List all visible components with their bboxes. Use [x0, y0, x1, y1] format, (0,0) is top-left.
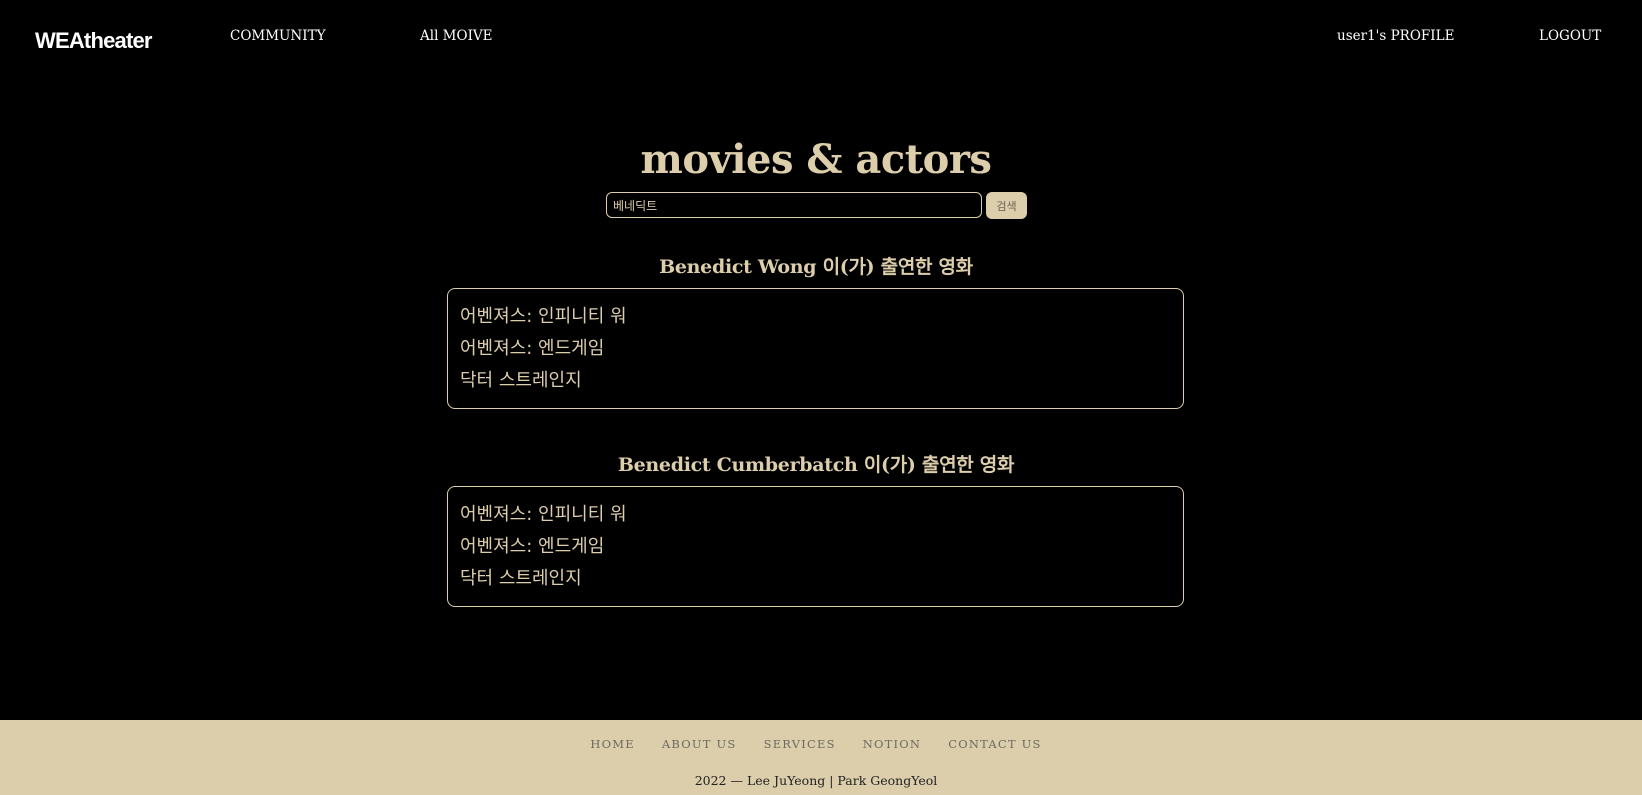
- footer-dash: —: [730, 773, 744, 788]
- movie-link[interactable]: 어벤져스: 엔드게임: [460, 333, 1171, 365]
- movie-link[interactable]: 닥터 스트레인지: [460, 563, 1171, 595]
- nav-all-movie-link[interactable]: All MOIVE: [420, 28, 493, 44]
- footer-copyright: 2022 — Lee JuYeong | Park GeongYeol: [0, 773, 1632, 788]
- movie-list: 어벤져스: 인피니티 워 어벤져스: 엔드게임 닥터 스트레인지: [447, 288, 1184, 409]
- movie-link[interactable]: 어벤져스: 인피니티 워: [460, 301, 1171, 333]
- search-button[interactable]: 검색: [986, 192, 1027, 219]
- footer-links: HOME ABOUT US SERVICES NOTION CONTACT US: [0, 733, 1632, 752]
- top-navbar: WEAtheater COMMUNITY All MOIVE user1's P…: [0, 0, 1642, 80]
- brand-logo-link[interactable]: WEAtheater: [35, 28, 152, 54]
- page-title: movies & actors: [640, 136, 992, 183]
- movie-link[interactable]: 어벤져스: 엔드게임: [460, 531, 1171, 563]
- nav-logout-link[interactable]: LOGOUT: [1539, 28, 1601, 44]
- actor-heading: Benedict Cumberbatch 이(가) 출연한 영화: [617, 454, 1015, 476]
- footer-link-contact-us[interactable]: CONTACT US: [948, 737, 1041, 751]
- footer-link-home[interactable]: HOME: [590, 737, 634, 751]
- nav-community-link[interactable]: COMMUNITY: [230, 28, 325, 44]
- movie-link[interactable]: 닥터 스트레인지: [460, 365, 1171, 397]
- footer: HOME ABOUT US SERVICES NOTION CONTACT US…: [0, 720, 1642, 795]
- footer-link-notion[interactable]: NOTION: [863, 737, 921, 751]
- search-input[interactable]: [606, 192, 982, 218]
- footer-authors: Lee JuYeong | Park GeongYeol: [746, 773, 938, 788]
- actor-heading: Benedict Wong 이(가) 출연한 영화: [659, 256, 973, 278]
- footer-link-about-us[interactable]: ABOUT US: [662, 737, 737, 751]
- footer-year: 2022: [694, 773, 727, 788]
- movie-list: 어벤져스: 인피니티 워 어벤져스: 엔드게임 닥터 스트레인지: [447, 486, 1184, 607]
- movie-link[interactable]: 어벤져스: 인피니티 워: [460, 499, 1171, 531]
- nav-profile-link[interactable]: user1's PROFILE: [1337, 28, 1454, 44]
- footer-link-services[interactable]: SERVICES: [764, 737, 836, 751]
